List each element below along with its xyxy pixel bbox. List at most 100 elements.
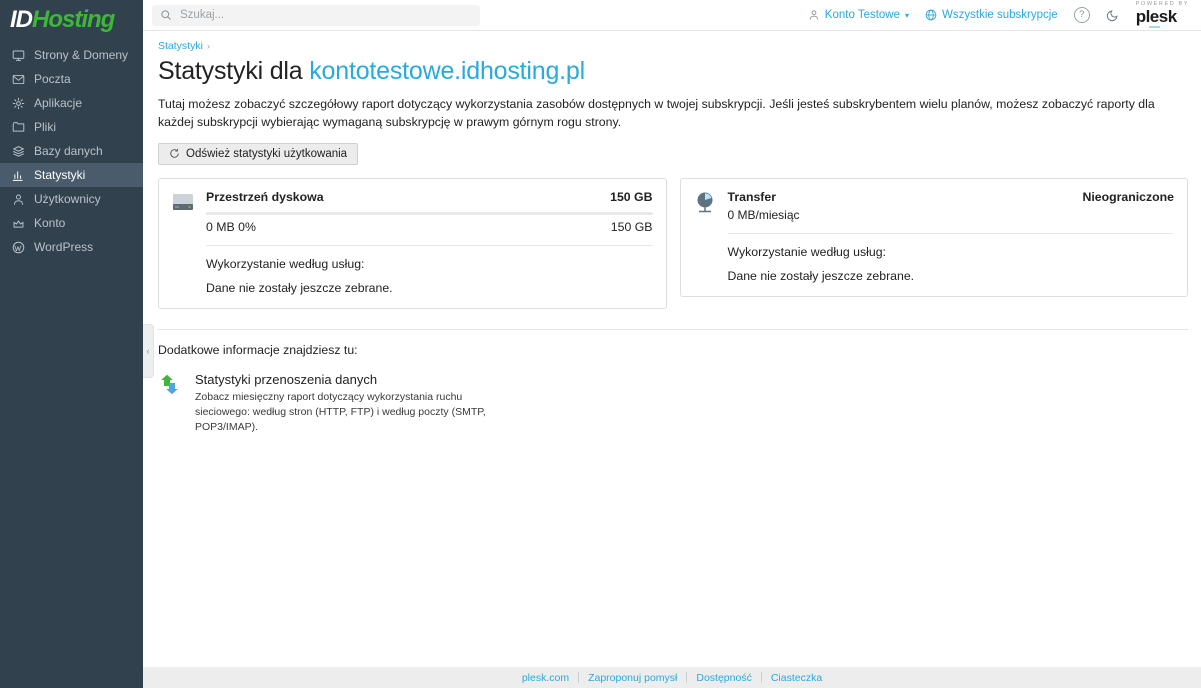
wordpress-icon [12,241,25,254]
sidebar-item-label: Konto [34,216,65,230]
breadcrumb-statystyki[interactable]: Statystyki [158,40,203,52]
disk-card-header: Przestrzeń dyskowa 150 GB [206,190,653,204]
transfer-no-data-message: Dane nie zostały jeszcze zebrane. [728,269,1175,283]
plesk-underline [1149,26,1160,28]
subscriptions-selector[interactable]: Wszystkie subskrypcje [925,9,1058,21]
transfer-card-subtitle: 0 MB/miesiąc [728,208,800,222]
crown-icon [12,217,25,230]
sidebar-item-pliki[interactable]: Pliki [0,115,143,139]
plesk-name: plesk [1136,8,1189,25]
person-icon [12,193,25,206]
sidebar-item-wordpress[interactable]: WordPress [0,235,143,259]
plesk-logo[interactable]: POWERED BY plesk [1136,2,1189,29]
refresh-stats-button[interactable]: Odśwież statystyki użytkowania [158,143,358,165]
sidebar-item-statystyki[interactable]: Statystyki [0,163,143,187]
sidebar-collapse-handle[interactable]: ‹ [143,324,154,378]
disk-card-title: Przestrzeń dyskowa [206,190,324,204]
sidebar-item-label: Statystyki [34,168,85,182]
footer-link-accessibility[interactable]: Dostępność [696,672,751,684]
refresh-icon [169,148,180,159]
disk-card-limit: 150 GB [610,190,652,204]
disk-usage-progress-bar [206,212,653,215]
topbar-right: Konto Testowe ▾ Wszystkie subskrypcje ? … [808,2,1189,29]
sidebar-item-label: Użytkownicy [34,192,101,206]
collapse-chevron-icon: ‹ [147,346,150,356]
bar-chart-icon [12,169,25,182]
search-box[interactable] [152,5,480,26]
page-title-prefix: Statystyki dla [158,57,309,85]
disk-usage-row: 0 MB 0% 150 GB [206,220,653,234]
resource-text-block: Statystyki przenoszenia danych Zobacz mi… [195,372,495,436]
footer-link-cookies[interactable]: Ciasteczka [771,672,822,684]
search-input[interactable] [178,8,472,22]
disk-card-divider [206,245,653,246]
sidebar-nav: Strony & Domeny Poczta Aplikacje Pliki B… [0,43,143,259]
footer: plesk.com Zaproponuj pomysł Dostępność C… [143,667,1201,688]
footer-link-plesk-com[interactable]: plesk.com [522,672,569,684]
moon-icon [1106,8,1120,22]
idhosting-logo[interactable]: IDHosting [0,0,143,39]
footer-divider [578,672,579,683]
sidebar-item-bazy-danych[interactable]: Bazy danych [0,139,143,163]
sidebar-item-label: Strony & Domeny [34,48,128,62]
transfer-card-limit: Nieograniczone [1082,190,1174,204]
user-icon [808,9,820,21]
hard-drive-icon [170,190,196,216]
sidebar-item-aplikacje[interactable]: Aplikacje [0,91,143,115]
footer-divider [761,672,762,683]
disk-card-body: Przestrzeń dyskowa 150 GB 0 MB 0% 150 GB… [206,190,653,295]
transfer-card-header: Transfer 0 MB/miesiąc Nieograniczone [728,190,1175,222]
data-transfer-stats-resource: Statystyki przenoszenia danych Zobacz mi… [158,372,1188,436]
topbar: Konto Testowe ▾ Wszystkie subskrypcje ? … [143,0,1201,31]
disk-total-value: 150 GB [611,220,653,234]
account-label: Konto Testowe [825,9,900,21]
dark-mode-toggle[interactable] [1106,8,1120,22]
main-content: Statystyki › Statystyki dla kontotestowe… [143,31,1201,667]
sidebar-item-konto[interactable]: Konto [0,211,143,235]
disk-usage-by-service-label: Wykorzystanie według usług: [206,257,653,271]
page-title-domain-link[interactable]: kontotestowe.idhosting.pl [309,57,585,85]
extra-info-heading: Dodatkowe informacje znajdziesz tu: [158,343,1188,357]
account-menu[interactable]: Konto Testowe ▾ [808,9,909,21]
sidebar-item-label: Poczta [34,72,71,86]
monitor-icon [12,49,25,62]
transfer-usage-by-service-label: Wykorzystanie według usług: [728,245,1175,259]
chevron-down-icon: ▾ [905,11,909,20]
section-divider [158,329,1188,330]
sidebar-item-uzytkownicy[interactable]: Użytkownicy [0,187,143,211]
sidebar-item-label: Bazy danych [34,144,103,158]
globe-icon [925,9,937,21]
gear-icon [12,97,25,110]
help-icon[interactable]: ? [1074,7,1090,23]
sidebar-item-strony-domeny[interactable]: Strony & Domeny [0,43,143,67]
folder-icon [12,121,25,134]
transfer-title-block: Transfer 0 MB/miesiąc [728,190,800,222]
data-transfer-stats-description: Zobacz miesięczny raport dotyczący wykor… [195,390,495,436]
disk-no-data-message: Dane nie zostały jeszcze zebrane. [206,281,653,295]
breadcrumb: Statystyki › [158,40,1188,52]
transfer-card-body: Transfer 0 MB/miesiąc Nieograniczone Wyk… [728,190,1175,283]
subscriptions-label: Wszystkie subskrypcje [942,9,1058,21]
page-description: Tutaj możesz zobaczyć szczegółowy raport… [158,95,1188,132]
up-down-arrows-icon [158,372,184,398]
transfer-card-divider [728,233,1175,234]
layers-icon [12,145,25,158]
breadcrumb-separator-icon: › [207,41,210,51]
data-transfer-stats-link[interactable]: Statystyki przenoszenia danych [195,372,495,387]
resource-cards: Przestrzeń dyskowa 150 GB 0 MB 0% 150 GB… [158,178,1188,309]
footer-divider [686,672,687,683]
refresh-button-label: Odśwież statystyki użytkowania [186,148,347,160]
footer-link-suggest-idea[interactable]: Zaproponuj pomysł [588,672,677,684]
envelope-icon [12,73,25,86]
disk-used-value: 0 MB 0% [206,220,256,234]
traffic-meter-icon [692,190,718,216]
sidebar-item-label: Aplikacje [34,96,82,110]
sidebar: IDHosting Strony & Domeny Poczta Aplikac… [0,0,143,688]
sidebar-item-label: Pliki [34,120,56,134]
logo-id-part: ID [10,6,32,33]
transfer-card-title: Transfer [728,190,800,204]
page-title: Statystyki dla kontotestowe.idhosting.pl [158,57,1188,86]
sidebar-item-poczta[interactable]: Poczta [0,67,143,91]
search-icon [160,9,172,21]
logo-hosting-part: Hosting [32,6,114,33]
